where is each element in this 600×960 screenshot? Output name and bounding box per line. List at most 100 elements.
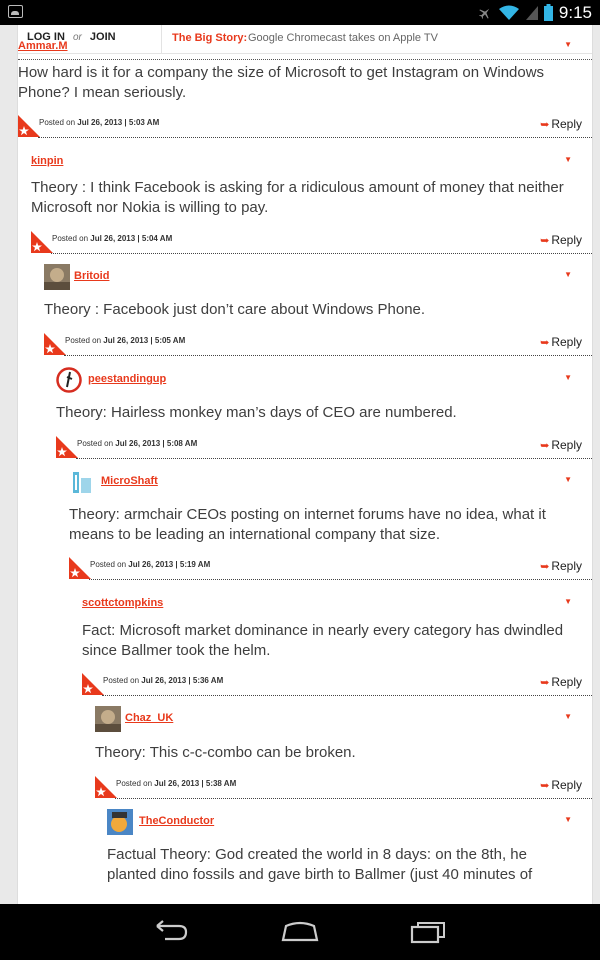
home-icon[interactable] [280,918,320,944]
star-flag-icon [56,436,78,458]
author-name[interactable]: TheConductor [139,815,214,827]
author-name[interactable]: peestandingup [88,373,166,385]
signal-icon [525,5,538,20]
reply-label: Reply [551,117,582,131]
posted-prefix: Posted on [77,439,114,448]
posted-timestamp: Jul 26, 2013 | 5:05 AM [103,336,186,345]
chevron-down-icon[interactable]: ▼ [564,155,572,164]
star-flag-icon [18,115,40,137]
comments-page[interactable]: LOG IN or JOIN The Big Story: Google Chr… [17,25,593,904]
back-icon[interactable] [153,918,189,944]
posted-prefix: Posted on [116,779,153,788]
comment-header: MicroShaft ▼ [69,469,592,495]
author-name[interactable]: MicroShaft [101,475,158,487]
star-flag-icon [82,673,104,695]
comment-header: peestandingup ▼ [56,367,592,393]
comment-text: Theory: This c-c-combo can be broken. [95,744,356,761]
comment-header: Britoid ▼ [44,264,592,290]
divider [76,458,592,459]
recent-apps-icon[interactable] [410,918,448,944]
author-name[interactable]: kinpin [31,155,63,167]
chevron-down-icon[interactable]: ▼ [564,475,572,484]
chevron-down-icon[interactable]: ▼ [564,373,572,382]
author-name[interactable]: Ammar.M [18,40,68,52]
chevron-down-icon[interactable]: ▼ [564,712,572,721]
reply-label: Reply [551,233,582,247]
reply-button[interactable]: ➥ Reply [540,675,582,689]
reply-icon: ➥ [540,439,550,452]
posted-date: Posted on Jul 26, 2013 | 5:38 AM [116,779,236,788]
posted-date: Posted on Jul 26, 2013 | 5:03 AM [39,118,159,127]
posted-prefix: Posted on [52,234,89,243]
divider [102,695,592,696]
comment-text: Theory: Hairless monkey man’s days of CE… [56,404,457,421]
reply-icon: ➥ [540,118,550,131]
posted-date: Posted on Jul 26, 2013 | 5:05 AM [65,336,185,345]
reply-icon: ➥ [540,779,550,792]
navigation-bar [0,904,600,960]
posted-timestamp: Jul 26, 2013 | 5:19 AM [128,560,211,569]
posted-prefix: Posted on [65,336,102,345]
posted-date: Posted on Jul 26, 2013 | 5:04 AM [52,234,172,243]
comment-header: TheConductor ▼ [107,809,592,835]
author-name[interactable]: Chaz_UK [125,712,173,724]
posted-date: Posted on Jul 26, 2013 | 5:08 AM [77,439,197,448]
comment-text: Fact: Microsoft market dominance in near… [82,622,564,659]
posted-timestamp: Jul 26, 2013 | 5:03 AM [77,118,160,127]
posted-prefix: Posted on [103,676,140,685]
star-flag-icon [69,557,91,579]
wifi-icon [498,5,519,20]
chevron-down-icon[interactable]: ▼ [564,815,572,824]
author-name[interactable]: scottctompkins [82,597,163,609]
posted-date: Posted on Jul 26, 2013 | 5:36 AM [103,676,223,685]
reply-label: Reply [551,675,582,689]
reply-button[interactable]: ➥ Reply [540,233,582,247]
author-name[interactable]: Britoid [74,270,109,282]
posted-timestamp: Jul 26, 2013 | 5:36 AM [141,676,224,685]
status-bar: 9:15 [0,0,600,25]
avatar [95,706,121,732]
comment-text: Theory : I think Facebook is asking for … [31,179,564,216]
comment-header: scottctompkins ▼ [82,597,592,623]
divider [89,579,592,580]
star-flag-icon [31,231,53,253]
posted-timestamp: Jul 26, 2013 | 5:08 AM [115,439,198,448]
divider [51,253,592,254]
posted-timestamp: Jul 26, 2013 | 5:38 AM [154,779,237,788]
reply-button[interactable]: ➥ Reply [540,559,582,573]
reply-button[interactable]: ➥ Reply [540,117,582,131]
posted-prefix: Posted on [39,118,76,127]
star-flag-icon [95,776,117,798]
divider [38,137,592,138]
posted-prefix: Posted on [90,560,127,569]
reply-icon: ➥ [540,234,550,247]
chevron-down-icon[interactable]: ▼ [564,40,572,49]
reply-label: Reply [551,559,582,573]
comment-text: Factual Theory: God created the world in… [107,846,533,883]
comment-text: How hard is it for a company the size of… [18,64,545,101]
reply-button[interactable]: ➥ Reply [540,335,582,349]
avatar [44,264,70,290]
comment-header: Chaz_UK ▼ [95,706,592,732]
chevron-down-icon[interactable]: ▼ [564,597,572,606]
comment-text: Theory : Facebook just don’t care about … [44,301,426,318]
comment-text: Theory: armchair CEOs posting on interne… [69,506,546,543]
notification-image-icon [8,5,23,18]
avatar [56,367,82,393]
battery-icon [543,4,553,21]
posted-timestamp: Jul 26, 2013 | 5:04 AM [90,234,173,243]
reply-label: Reply [551,335,582,349]
divider [64,355,592,356]
avatar [69,469,95,495]
divider [115,798,592,799]
reply-icon: ➥ [540,336,550,349]
avatar [107,809,133,835]
reply-icon: ➥ [540,560,550,573]
chevron-down-icon[interactable]: ▼ [564,270,572,279]
reply-button[interactable]: ➥ Reply [540,438,582,452]
reply-label: Reply [551,438,582,452]
airplane-icon [478,8,490,19]
reply-button[interactable]: ➥ Reply [540,778,582,792]
reply-label: Reply [551,778,582,792]
reply-icon: ➥ [540,676,550,689]
